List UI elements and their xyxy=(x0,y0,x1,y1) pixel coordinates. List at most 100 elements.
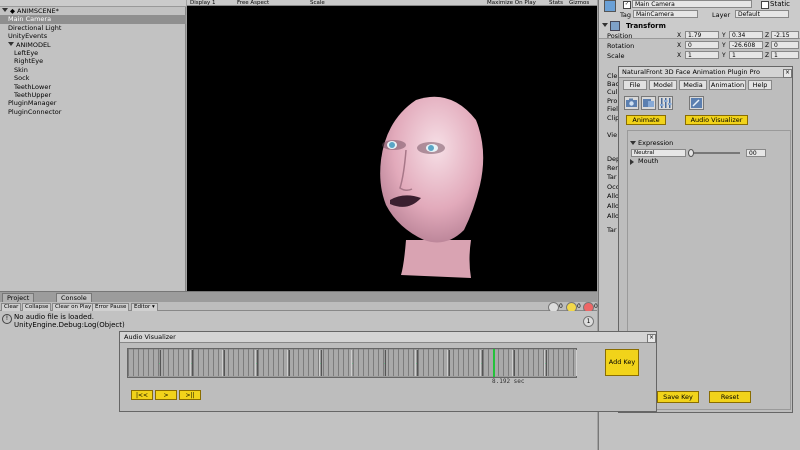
expression-dropdown[interactable]: Neutral xyxy=(631,149,686,157)
waveform-tick xyxy=(418,349,419,376)
waveform-tick xyxy=(198,349,199,376)
animate-button[interactable]: Animate xyxy=(626,115,666,125)
position-z-axis: Z xyxy=(765,32,770,39)
waveform-tick xyxy=(143,349,144,376)
hierarchy-item-label: UnityEvents xyxy=(8,32,48,41)
waveform-tick xyxy=(348,349,349,376)
reset-button[interactable]: Reset xyxy=(709,391,751,403)
aspect-dropdown[interactable]: Free Aspect xyxy=(237,0,269,6)
transform-icon xyxy=(610,21,620,31)
waveform-tick xyxy=(288,349,289,376)
expand-arrow-icon[interactable] xyxy=(8,41,14,46)
waveform-tick xyxy=(533,349,534,376)
waveform-tick xyxy=(523,349,524,376)
waveform-tick xyxy=(263,349,264,376)
hierarchy-panel: ◆ ANIMSCENE* Main Camera Directional Light U… xyxy=(0,0,186,291)
close-icon[interactable]: × xyxy=(783,69,792,78)
menu-model[interactable]: Model xyxy=(649,80,677,90)
display-dropdown[interactable]: Display 1 xyxy=(190,0,216,6)
audio-visualizer-button[interactable]: Audio Visualizer xyxy=(685,115,748,125)
waveform-tick xyxy=(153,349,154,376)
hierarchy-item-label: PluginConnector xyxy=(8,107,62,116)
expression-foldout-icon[interactable] xyxy=(630,141,636,145)
rotation-z-axis: Z xyxy=(765,42,770,49)
expand-arrow-icon[interactable] xyxy=(2,8,8,12)
hierarchy-item[interactable]: PluginConnector xyxy=(0,108,186,117)
waveform-tick xyxy=(283,349,284,376)
gizmos-toggle[interactable]: Gizmos xyxy=(569,0,589,6)
scale-x-field[interactable]: 1 xyxy=(685,51,719,59)
audio-visualizer-title: Audio Visualizer xyxy=(120,332,656,343)
tag-dropdown[interactable]: MainCamera xyxy=(633,10,698,18)
add-key-button[interactable]: Add Key xyxy=(605,349,639,376)
waveform-tick xyxy=(468,349,469,376)
expression-slider-thumb[interactable] xyxy=(688,149,694,157)
position-x-field[interactable]: 1.79 xyxy=(685,31,719,39)
scale-y-field[interactable]: 1 xyxy=(729,51,763,59)
object-name-field[interactable]: Main Camera xyxy=(632,0,752,8)
position-y-field[interactable]: 0.34 xyxy=(729,31,763,39)
static-checkbox[interactable] xyxy=(761,1,769,9)
layer-label: Layer xyxy=(712,11,731,19)
waveform-tick xyxy=(438,349,439,376)
hierarchy-item-label: ANIMSCENE* xyxy=(17,7,59,15)
media-icon[interactable] xyxy=(641,96,656,110)
sliders-icon[interactable] xyxy=(658,96,673,110)
save-key-button[interactable]: Save Key xyxy=(657,391,699,403)
position-z-field[interactable]: -2.15 xyxy=(771,31,799,39)
scale-x-axis: X xyxy=(677,52,682,59)
skip-to-end-button[interactable]: >|| xyxy=(179,390,201,400)
rotation-x-field[interactable]: 0 xyxy=(685,41,719,49)
hierarchy-toolbar xyxy=(0,0,186,7)
camera-property-label: Fiel xyxy=(607,105,618,113)
mouth-foldout-icon[interactable] xyxy=(630,159,634,165)
camera-property-label: Cle xyxy=(607,72,618,80)
active-checkbox[interactable]: ✓ xyxy=(623,1,631,9)
maximize-on-play-toggle[interactable]: Maximize On Play xyxy=(487,0,536,6)
play-button[interactable]: > xyxy=(155,390,177,400)
waveform-tick xyxy=(563,349,564,376)
waveform-tick xyxy=(128,349,129,376)
rotation-y-field[interactable]: -26.608 xyxy=(729,41,763,49)
menu-media[interactable]: Media xyxy=(679,80,707,90)
expression-slider[interactable] xyxy=(688,149,740,157)
audio-visualizer-window: Audio Visualizer × 8.192 sec Add Key |<<… xyxy=(119,331,657,412)
menu-file[interactable]: File xyxy=(623,80,647,90)
waveform-segment xyxy=(160,350,192,376)
rotation-z-field[interactable]: 0 xyxy=(771,41,799,49)
waveform-tick xyxy=(353,349,354,376)
playhead-cursor[interactable] xyxy=(492,349,495,377)
close-icon[interactable]: × xyxy=(647,334,656,343)
rewind-to-start-button[interactable]: |<< xyxy=(131,390,153,400)
transform-foldout-icon[interactable] xyxy=(602,23,608,27)
waveform-tick xyxy=(303,349,304,376)
log-entry[interactable]: ! No audio file is loaded. UnityEngine.D… xyxy=(0,311,597,329)
scale-z-field[interactable]: 1 xyxy=(771,51,799,59)
camera-property-label: Pro xyxy=(607,97,618,105)
stats-toggle[interactable]: Stats xyxy=(549,0,563,6)
waveform-tick xyxy=(323,349,324,376)
waveform-tick xyxy=(188,349,189,376)
waveform-tick xyxy=(163,349,164,376)
waveform-tick xyxy=(333,349,334,376)
menu-help[interactable]: Help xyxy=(748,80,772,90)
face-model-render xyxy=(380,96,484,278)
log-message: No audio file is loaded. xyxy=(14,313,95,321)
waveform-tick xyxy=(388,349,389,376)
camera-icon[interactable] xyxy=(624,96,639,110)
menu-animation[interactable]: Animation xyxy=(709,80,746,90)
audio-waveform-timeline[interactable] xyxy=(127,348,577,378)
waveform-tick xyxy=(228,349,229,376)
waveform-tick xyxy=(223,349,224,376)
waveform-tick xyxy=(308,349,309,376)
hierarchy-item-label: RightEye xyxy=(14,57,44,66)
scale-label: Scale xyxy=(607,52,625,60)
waveform-tick xyxy=(548,349,549,376)
layer-dropdown[interactable]: Default xyxy=(735,10,789,18)
waveform-tick xyxy=(403,349,404,376)
edit-icon[interactable] xyxy=(689,96,704,110)
expression-value-field[interactable]: 00 xyxy=(746,149,766,157)
waveform-tick xyxy=(248,349,249,376)
hierarchy-item-label: ANIMODEL xyxy=(16,40,51,49)
position-label: Position xyxy=(607,32,633,40)
